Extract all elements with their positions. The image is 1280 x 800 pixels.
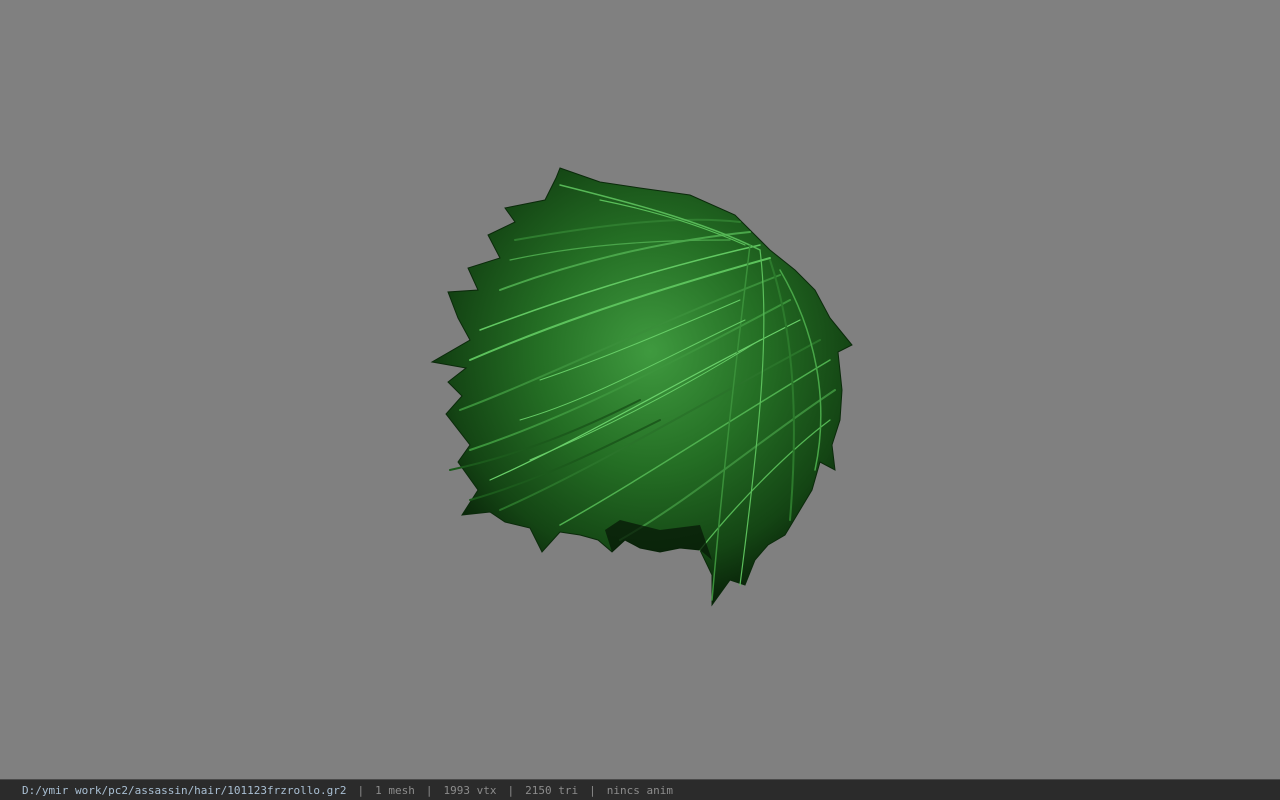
separator: | — [425, 783, 433, 797]
3d-viewport[interactable] — [0, 0, 1280, 779]
separator: | — [589, 783, 596, 797]
separator: | — [357, 783, 365, 797]
triangle-count: 2150 tri — [525, 783, 579, 797]
hair-model-render[interactable] — [0, 0, 1280, 779]
vertex-count: 1993 vtx — [443, 783, 497, 797]
mesh-count: 1 mesh — [375, 783, 415, 797]
animation-status: nincs anim — [606, 783, 673, 797]
file-path: D:/ymir work/pc2/assassin/hair/101123frz… — [22, 783, 347, 797]
status-bar: D:/ymir work/pc2/assassin/hair/101123frz… — [0, 779, 1280, 800]
separator: | — [507, 783, 515, 797]
